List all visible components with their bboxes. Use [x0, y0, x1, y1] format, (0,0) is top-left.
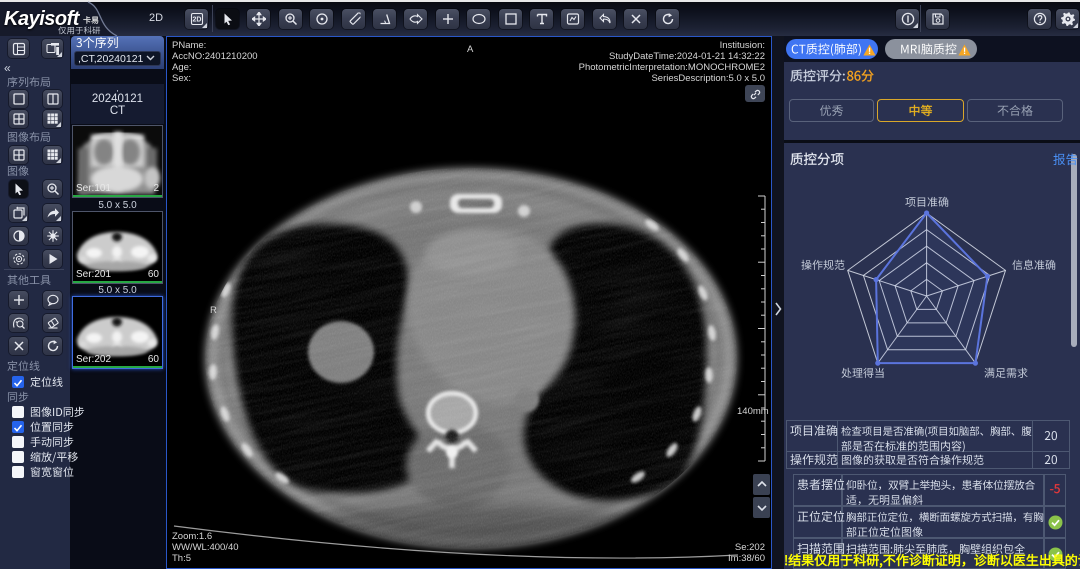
- svg-text:2D: 2D: [192, 17, 201, 24]
